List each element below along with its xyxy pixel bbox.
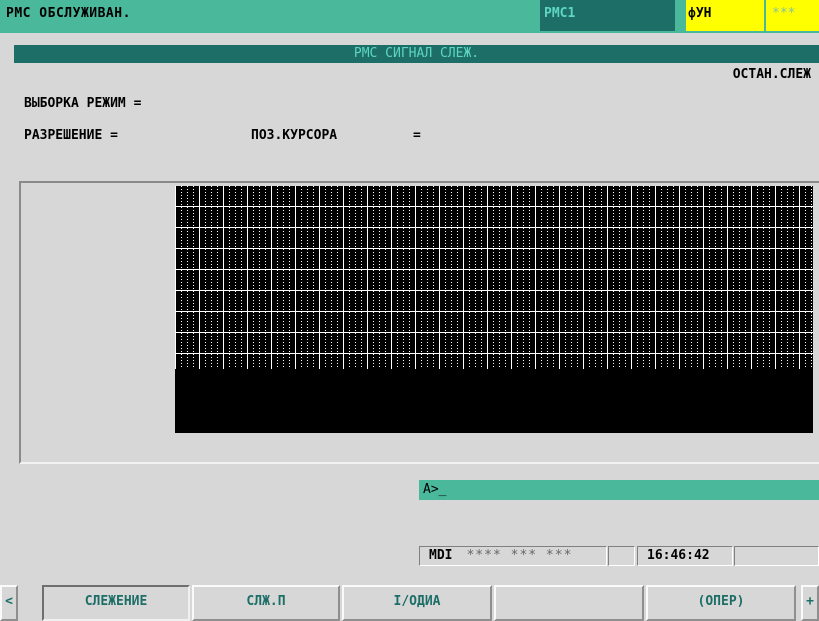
function-indicator: фУH bbox=[686, 0, 764, 31]
function-label: фУH bbox=[688, 6, 712, 21]
screen-title: PMC OБCЛУЖИBAH. bbox=[6, 6, 131, 21]
mode-status-stars: **** *** *** bbox=[466, 548, 573, 563]
page-subtitle: PMC CИГHAЛ CЛEЖ. bbox=[353, 46, 480, 61]
cursor-position-label: ПOЗ.KУPCOPA bbox=[251, 128, 338, 143]
command-prompt: A>_ bbox=[423, 482, 447, 497]
mode-label: MDI bbox=[429, 548, 453, 563]
softkey-io-diag[interactable]: I/OДИA bbox=[342, 585, 492, 621]
alarm-stars: *** bbox=[772, 6, 796, 21]
alarm-indicator: *** bbox=[766, 0, 819, 31]
clock-time: 16:46:42 bbox=[637, 546, 733, 566]
trace-grid bbox=[175, 186, 813, 369]
softkey-trace[interactable]: CЛEЖEHИE bbox=[42, 585, 190, 621]
trace-empty-area bbox=[175, 369, 813, 433]
trace-grid-svg bbox=[175, 186, 813, 369]
cursor-position-equals: = bbox=[413, 128, 421, 143]
subtitle-bar: PMC CИГHAЛ CЛEЖ. bbox=[14, 45, 819, 63]
sampling-mode-label: BЫБOPKA PEЖИM = bbox=[24, 96, 142, 111]
status-field-blank bbox=[608, 546, 635, 566]
path-label: PMC1 bbox=[544, 6, 576, 21]
softkey-trace-param[interactable]: CЛЖ.П bbox=[192, 585, 340, 621]
softkey-left-arrow[interactable]: < bbox=[0, 585, 18, 621]
resolution-label: PAЗPEШEHИE = bbox=[24, 128, 118, 143]
mode-indicator: MDI **** *** *** bbox=[419, 546, 607, 566]
path-indicator: PMC1 bbox=[540, 0, 675, 31]
softkey-blank[interactable] bbox=[494, 585, 644, 621]
softkey-right-arrow[interactable]: + bbox=[801, 585, 819, 621]
softkey-operation[interactable]: (OПEP) bbox=[646, 585, 796, 621]
status-field-blank-2 bbox=[734, 546, 819, 566]
trace-status: OCTAH.CЛEЖ bbox=[732, 67, 811, 82]
command-input[interactable]: A>_ bbox=[419, 480, 819, 500]
